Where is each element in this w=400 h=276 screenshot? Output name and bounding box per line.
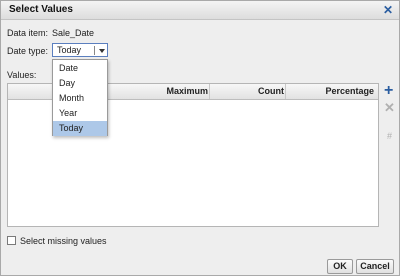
date-type-select[interactable]: Today (52, 43, 108, 57)
select-missing-checkbox[interactable] (7, 236, 16, 245)
column-header-count[interactable]: Count (258, 86, 284, 96)
option-label: Today (59, 123, 84, 133)
column-divider[interactable] (209, 84, 210, 99)
chevron-down-icon[interactable] (99, 49, 105, 53)
close-icon[interactable]: ✕ (383, 3, 393, 17)
select-divider (94, 46, 95, 55)
data-item-label: Data item: (7, 28, 49, 38)
dropdown-option-month[interactable]: Month (53, 91, 107, 106)
option-label: Day (59, 78, 76, 88)
dialog-title: Select Values (9, 4, 73, 15)
date-type-selected-value: Today (57, 45, 82, 55)
column-header-percentage[interactable]: Percentage (325, 86, 374, 96)
cancel-button[interactable]: Cancel (356, 259, 394, 274)
option-label: Date (59, 63, 79, 73)
option-label: Month (59, 93, 85, 103)
ok-button[interactable]: OK (327, 259, 353, 274)
dropdown-option-day[interactable]: Day (53, 76, 107, 91)
filter-icon[interactable]: # (384, 131, 395, 142)
dropdown-option-date[interactable]: Date (53, 61, 107, 76)
dropdown-option-year[interactable]: Year (53, 106, 107, 121)
column-header-maximum[interactable]: Maximum (166, 86, 208, 96)
dropdown-option-today[interactable]: Today (53, 121, 107, 136)
select-missing-label: Select missing values (20, 236, 107, 246)
option-label: Year (59, 108, 78, 118)
date-type-label: Date type: (7, 46, 49, 56)
column-divider[interactable] (285, 84, 286, 99)
add-icon[interactable]: + (384, 83, 393, 99)
values-label: Values: (7, 70, 37, 80)
select-values-dialog: Select Values ✕ Data item: Sale_Date Dat… (0, 0, 400, 276)
title-bar: Select Values ✕ (1, 1, 399, 20)
date-type-dropdown: Date Day Month Year Today (52, 59, 108, 136)
remove-icon[interactable]: ✕ (384, 101, 395, 114)
data-item-value: Sale_Date (52, 28, 95, 38)
